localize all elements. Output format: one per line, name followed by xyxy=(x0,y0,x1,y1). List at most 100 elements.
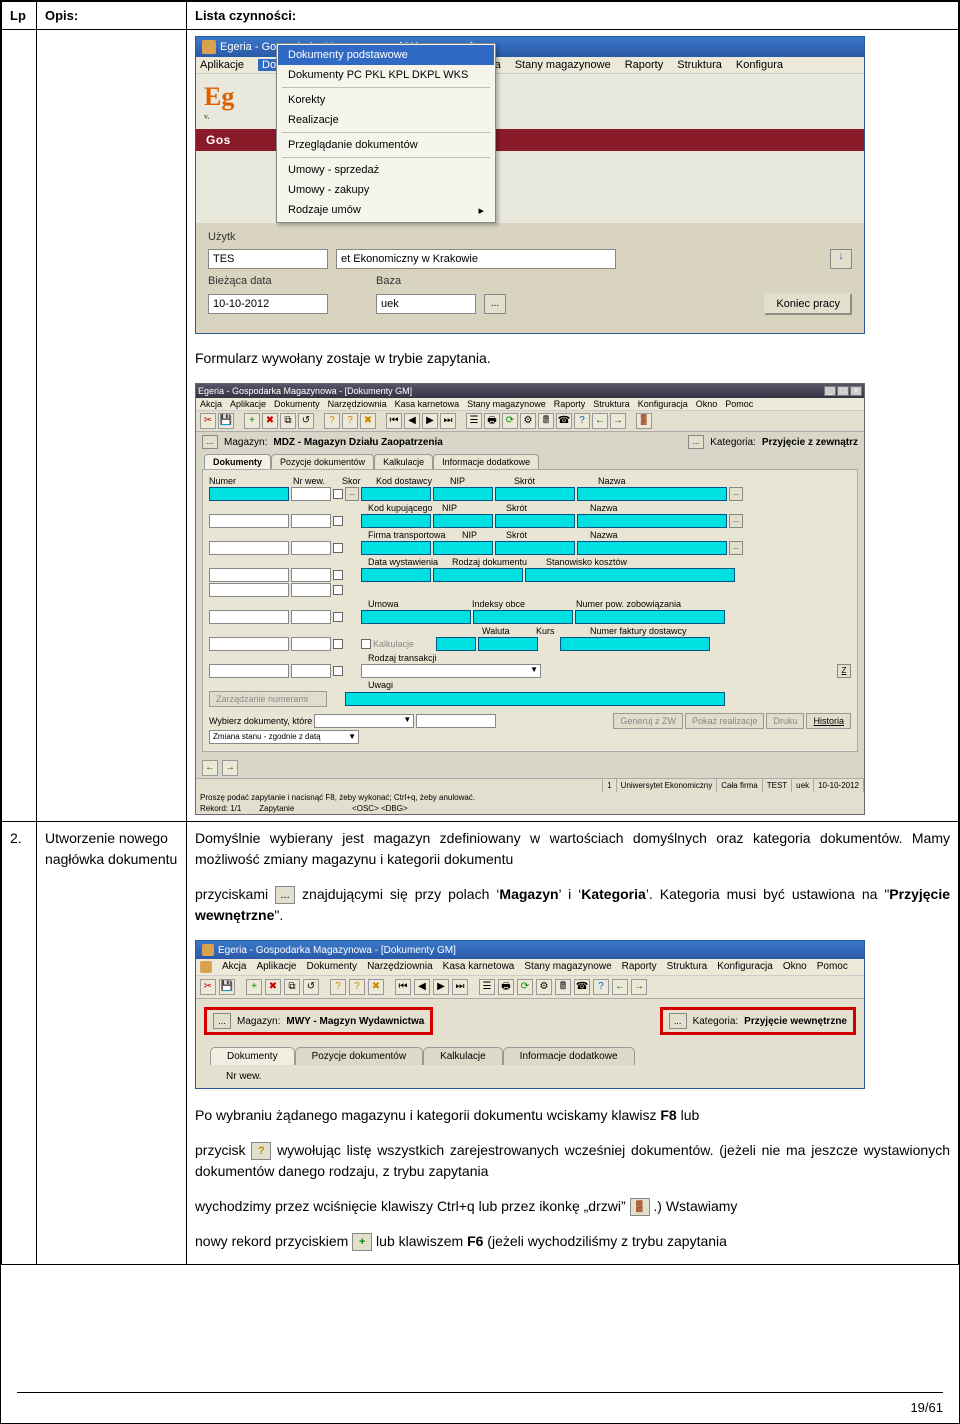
m2-raporty[interactable]: Raporty xyxy=(554,399,586,409)
btn-pokaz[interactable]: Pokaż realizacje xyxy=(685,713,765,729)
mi-umowy-zakupy[interactable]: Umowy - zakupy xyxy=(278,180,494,200)
tb-save-icon[interactable]: 💾 xyxy=(218,413,234,429)
chk-2[interactable] xyxy=(333,516,343,526)
tab3-dokumenty[interactable]: Dokumenty xyxy=(210,1047,295,1065)
btn-hist[interactable]: Historia xyxy=(806,713,851,729)
dots-r2[interactable]: ... xyxy=(729,514,743,528)
m2-aplikacje[interactable]: Aplikacje xyxy=(230,399,266,409)
m3-aplikacje[interactable]: Aplikacje xyxy=(256,961,296,973)
kat3-ellipsis-button[interactable]: ... xyxy=(669,1013,687,1029)
btn-z[interactable]: Z xyxy=(837,664,851,678)
m2-pomoc[interactable]: Pomoc xyxy=(725,399,753,409)
m2-narz[interactable]: Narzędziownia xyxy=(328,399,387,409)
dots-1[interactable]: ... xyxy=(345,487,359,501)
tab-kalkulacje[interactable]: Kalkulacje xyxy=(374,454,433,469)
sel-zmiana[interactable]: Zmiana stanu - zgodnie z datą▼ xyxy=(209,730,359,744)
wb-3[interactable] xyxy=(209,541,289,555)
menu-stany[interactable]: Stany magazynowe xyxy=(515,59,611,71)
f-skrot2[interactable] xyxy=(495,514,575,528)
tb-cut-icon[interactable]: ✂ xyxy=(200,413,216,429)
f-koddost[interactable] xyxy=(361,487,431,501)
t3-phone-icon[interactable]: ☎ xyxy=(574,979,590,995)
tb-left-icon[interactable]: ← xyxy=(592,413,608,429)
wb-2[interactable] xyxy=(209,514,289,528)
t3-q2-icon[interactable]: ? xyxy=(349,979,365,995)
f-nazwa2[interactable] xyxy=(577,514,727,528)
f-stanowisko[interactable] xyxy=(525,568,735,582)
tb-refresh-icon[interactable]: ⟳ xyxy=(502,413,518,429)
f-numerpow[interactable] xyxy=(575,610,725,624)
tb-add-icon[interactable]: + xyxy=(244,413,260,429)
t3-next-icon[interactable]: ▶ xyxy=(433,979,449,995)
tb-undo-icon[interactable]: ↺ xyxy=(298,413,314,429)
close-icon[interactable]: × xyxy=(850,386,862,396)
t3-del-icon[interactable]: ✖ xyxy=(265,979,281,995)
dots-r3[interactable]: ... xyxy=(729,541,743,555)
tb-copy-icon[interactable]: ⧉ xyxy=(280,413,296,429)
f-firma[interactable] xyxy=(361,541,431,555)
ellipsis-button[interactable]: ... xyxy=(484,294,506,314)
t3-left-icon[interactable]: ← xyxy=(612,979,628,995)
tb-next-icon[interactable]: ▶ xyxy=(422,413,438,429)
chk-1[interactable] xyxy=(333,489,343,499)
tab3-kalkulacje[interactable]: Kalkulacje xyxy=(423,1047,503,1065)
m3-pomoc[interactable]: Pomoc xyxy=(817,961,848,973)
m3-stany[interactable]: Stany magazynowe xyxy=(524,961,611,973)
input-jednostka[interactable] xyxy=(336,249,616,269)
menu-konfigura[interactable]: Konfigura xyxy=(736,59,783,71)
m3-narz[interactable]: Narzędziownia xyxy=(367,961,433,973)
mi-rodzaje-umow[interactable]: Rodzaje umów▸ xyxy=(278,200,494,221)
minimize-icon[interactable]: _ xyxy=(824,386,836,396)
tab-dokumenty[interactable]: Dokumenty xyxy=(204,454,271,469)
mi-dok-podstawowe[interactable]: Dokumenty podstawowe xyxy=(278,45,494,65)
tb-q3-icon[interactable]: ✖ xyxy=(360,413,376,429)
m2-akcja[interactable]: Akcja xyxy=(200,399,222,409)
dots-r1[interactable]: ... xyxy=(729,487,743,501)
t3-refresh-icon[interactable]: ⟳ xyxy=(517,979,533,995)
tb-tool-icon[interactable]: ⚙ xyxy=(520,413,536,429)
menu-aplikacje[interactable]: Aplikacje xyxy=(200,59,244,71)
f-nrwew[interactable] xyxy=(291,487,331,501)
kat-ellipsis-button[interactable]: ... xyxy=(688,435,704,449)
t3-right-icon[interactable]: → xyxy=(631,979,647,995)
tb-lov-icon[interactable]: ☰ xyxy=(466,413,482,429)
mi-dok-pc[interactable]: Dokumenty PC PKL KPL DKPL WKS xyxy=(278,65,494,85)
m3-akcja[interactable]: Akcja xyxy=(222,961,246,973)
f-waluta[interactable] xyxy=(436,637,476,651)
wb-7[interactable] xyxy=(209,637,289,651)
wb-5b[interactable] xyxy=(291,583,331,597)
chk-5[interactable] xyxy=(333,585,343,595)
nav-right-icon[interactable]: → xyxy=(222,760,238,776)
wb-4[interactable] xyxy=(209,568,289,582)
tab-informacje[interactable]: Informacje dodatkowe xyxy=(433,454,539,469)
tab3-informacje[interactable]: Informacje dodatkowe xyxy=(503,1047,635,1065)
t3-q3-icon[interactable]: ✖ xyxy=(368,979,384,995)
t3-save-icon[interactable]: 💾 xyxy=(219,979,235,995)
chk-7[interactable] xyxy=(333,639,343,649)
f-rodzajdok[interactable] xyxy=(433,568,523,582)
sel-wybierz[interactable]: ▼ xyxy=(314,714,414,728)
t3-lov-icon[interactable]: ☰ xyxy=(479,979,495,995)
tb-first-icon[interactable]: ⏮ xyxy=(386,413,402,429)
btn-zarz[interactable]: Zarządzanie numerami xyxy=(209,691,327,707)
f-rodzajtr[interactable]: ▼ xyxy=(361,664,541,678)
m3-kasa[interactable]: Kasa karnetowa xyxy=(443,961,515,973)
chk-3[interactable] xyxy=(333,543,343,553)
wb-7b[interactable] xyxy=(291,637,331,651)
m2-okno[interactable]: Okno xyxy=(696,399,718,409)
wb-5[interactable] xyxy=(209,583,289,597)
m2-stany[interactable]: Stany magazynowe xyxy=(467,399,546,409)
wb-2b[interactable] xyxy=(291,514,331,528)
koniec-pracy-button[interactable]: Koniec pracy xyxy=(764,293,852,315)
tb-last-icon[interactable]: ⏭ xyxy=(440,413,456,429)
wb-6[interactable] xyxy=(209,610,289,624)
tab3-pozycje[interactable]: Pozycje dokumentów xyxy=(295,1047,424,1065)
tb-help-icon[interactable]: ? xyxy=(574,413,590,429)
input-user[interactable] xyxy=(208,249,328,269)
tb-q2-icon[interactable]: ? xyxy=(342,413,358,429)
m3-konfig[interactable]: Konfiguracja xyxy=(717,961,773,973)
f-umowa[interactable] xyxy=(361,610,471,624)
f-nip2[interactable] xyxy=(433,514,493,528)
chk-kalk[interactable] xyxy=(361,639,371,649)
menu-raporty[interactable]: Raporty xyxy=(625,59,664,71)
